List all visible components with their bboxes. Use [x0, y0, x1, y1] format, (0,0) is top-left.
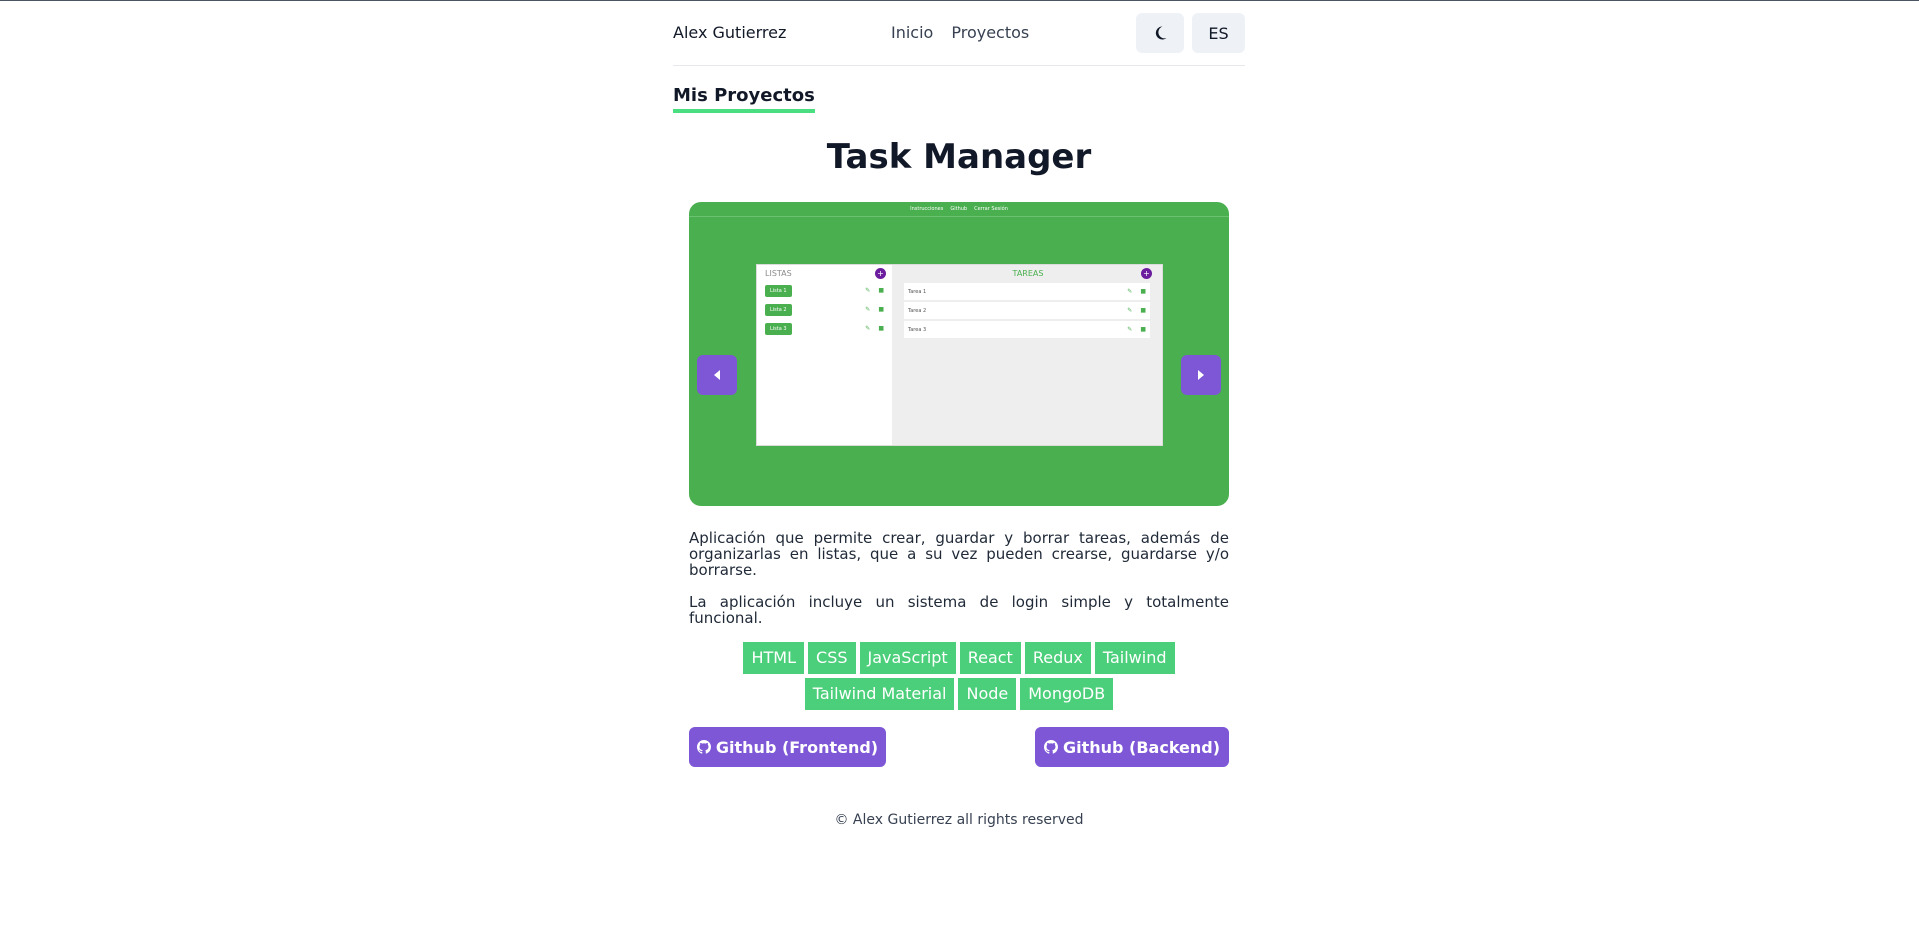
nav-link-proyectos[interactable]: Proyectos: [951, 23, 1029, 42]
github-backend-label: Github (Backend): [1062, 737, 1221, 757]
preview-list-row: Lista 3 ✎ ■: [757, 319, 892, 338]
tech-tag: Tailwind: [1094, 642, 1175, 674]
trash-icon: ■: [1140, 288, 1146, 295]
project-title: Task Manager: [826, 137, 1092, 177]
tech-tag: HTML: [743, 642, 805, 674]
preview-list-row: Lista 1 ✎ ■: [757, 281, 892, 300]
edit-icon: ✎: [1127, 307, 1133, 314]
github-icon: [696, 740, 711, 754]
tech-tag: Redux: [1024, 642, 1091, 674]
preview-lists-column: LISTAS + Lista 1 ✎ ■ Lista 2 ✎ ■ Lista 3 ✎…: [757, 265, 892, 445]
preview-row-icons: ✎ ■: [1127, 307, 1146, 314]
trash-icon: ■: [1140, 326, 1146, 333]
brand-name[interactable]: Alex Gutierrez: [673, 23, 786, 42]
preview-row-icons: ✎ ■: [1127, 326, 1146, 333]
preview-task-row: Tarea 1 ✎ ■: [904, 283, 1150, 300]
preview-row-icons: ✎ ■: [865, 287, 884, 294]
nav-link-inicio[interactable]: Inicio: [891, 23, 933, 42]
trash-icon: ■: [1140, 307, 1146, 314]
github-icon: [1043, 740, 1058, 754]
preview-task-label: Tarea 3: [908, 326, 927, 333]
plus-icon: +: [875, 267, 886, 279]
preview-app-screenshot: LISTAS + Lista 1 ✎ ■ Lista 2 ✎ ■ Lista 3 ✎…: [756, 264, 1163, 446]
edit-icon: ✎: [865, 325, 871, 332]
trash-icon: ■: [878, 306, 884, 313]
github-backend-button[interactable]: Github (Backend): [1035, 727, 1229, 767]
edit-icon: ✎: [865, 306, 871, 313]
tech-tag: Node: [958, 678, 1017, 710]
preview-lists-label: LISTAS: [765, 268, 792, 278]
trash-icon: ■: [878, 287, 884, 294]
edit-icon: ✎: [1127, 326, 1133, 333]
preview-row-icons: ✎ ■: [1127, 288, 1146, 295]
preview-list-row: Lista 2 ✎ ■: [757, 300, 892, 319]
carousel-prev-button[interactable]: [697, 355, 737, 395]
caret-left-icon: [714, 370, 720, 380]
preview-nav: Instrucciones Github Cerrar Sesión: [689, 202, 1229, 217]
tech-tag: CSS: [808, 642, 856, 674]
preview-task-label: Tarea 1: [908, 288, 927, 295]
site-footer: © Alex Gutierrez all rights reserved: [834, 812, 1084, 828]
project-description-1: Aplicación que permite crear, guardar y …: [689, 529, 1229, 579]
tech-tag: React: [959, 642, 1021, 674]
preview-list-chip: Lista 3: [765, 322, 792, 335]
preview-tasks-label: TAREAS: [1012, 268, 1044, 278]
preview-row-icons: ✎ ■: [865, 325, 884, 332]
preview-task-row: Tarea 3 ✎ ■: [904, 321, 1150, 338]
page-container: Alex Gutierrez Inicio Proyectos ES Mis P…: [673, 1, 1245, 828]
tech-tag: Tailwind Material: [804, 678, 955, 710]
trash-icon: ■: [878, 325, 884, 332]
preview-task-label: Tarea 2: [908, 307, 927, 314]
tech-tags: HTML CSS JavaScript React Redux Tailwind…: [689, 642, 1229, 710]
github-frontend-button[interactable]: Github (Frontend): [689, 727, 886, 767]
language-button[interactable]: ES: [1192, 13, 1245, 53]
project-description-2: La aplicación incluye un sistema de logi…: [689, 593, 1229, 627]
plus-icon: +: [1141, 268, 1152, 279]
main-nav: Inicio Proyectos: [891, 23, 1029, 42]
edit-icon: ✎: [865, 287, 871, 294]
tech-tag: JavaScript: [859, 642, 956, 674]
section-title: Mis Proyectos: [673, 85, 815, 113]
edit-icon: ✎: [1127, 288, 1133, 295]
preview-nav-item: Github: [950, 206, 968, 212]
caret-right-icon: [1198, 370, 1204, 380]
github-frontend-label: Github (Frontend): [715, 737, 879, 757]
preview-row-icons: ✎ ■: [865, 306, 884, 313]
carousel-next-button[interactable]: [1181, 355, 1221, 395]
project-carousel: Instrucciones Github Cerrar Sesión LISTA…: [689, 202, 1229, 506]
preview-list-chip: Lista 1: [765, 284, 792, 297]
preview-nav-item: Instrucciones: [910, 206, 944, 212]
theme-toggle-button[interactable]: [1136, 13, 1184, 53]
preview-lists-header: LISTAS +: [757, 265, 892, 281]
preview-tasks-column: TAREAS + Tarea 1 ✎ ■ Tarea 2 ✎ ■ Tarea 3 ✎…: [892, 265, 1162, 445]
preview-nav-item: Cerrar Sesión: [974, 206, 1008, 212]
preview-tasks-header: TAREAS +: [892, 265, 1162, 281]
preview-list-chip: Lista 2: [765, 303, 792, 316]
moon-icon: [1155, 26, 1167, 40]
tech-tag: MongoDB: [1020, 678, 1114, 710]
site-header: Alex Gutierrez Inicio Proyectos ES: [673, 1, 1245, 66]
preview-task-row: Tarea 2 ✎ ■: [904, 302, 1150, 319]
